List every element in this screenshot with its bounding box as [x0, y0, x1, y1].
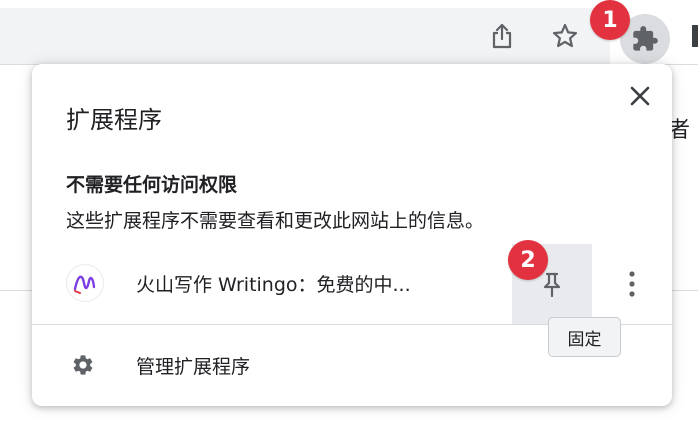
pin-tooltip: 固定 [548, 317, 621, 357]
puzzle-icon [633, 26, 658, 51]
section-description: 这些扩展程序不需要查看和更改此网站上的信息。 [66, 210, 485, 232]
share-button[interactable] [480, 14, 524, 58]
share-icon [492, 23, 512, 49]
star-icon [552, 23, 578, 48]
profile-edge[interactable] [682, 14, 698, 58]
extension-row[interactable]: 火山写作 Writingo：免费的中... [32, 244, 672, 324]
manage-icon-wrap [70, 352, 96, 378]
extension-menu-button[interactable] [614, 264, 650, 304]
bookmark-star-button[interactable] [543, 14, 587, 58]
manage-extensions-label: 管理扩展程序 [136, 356, 251, 378]
section-heading: 不需要任何访问权限 [66, 174, 238, 196]
annotation-marker-2: 2 [508, 240, 548, 280]
writingo-logo-icon [73, 275, 96, 294]
popup-title: 扩展程序 [66, 106, 162, 134]
annotation-marker-1: 1 [590, 0, 630, 40]
extension-name: 火山写作 Writingo：免费的中... [136, 274, 411, 296]
pin-icon [543, 272, 561, 298]
gear-icon [73, 355, 93, 375]
more-vert-icon [629, 271, 635, 297]
extension-logo [66, 264, 104, 302]
toolbar-edge-mark [692, 25, 698, 47]
close-icon [630, 86, 650, 106]
close-button[interactable] [622, 78, 658, 114]
